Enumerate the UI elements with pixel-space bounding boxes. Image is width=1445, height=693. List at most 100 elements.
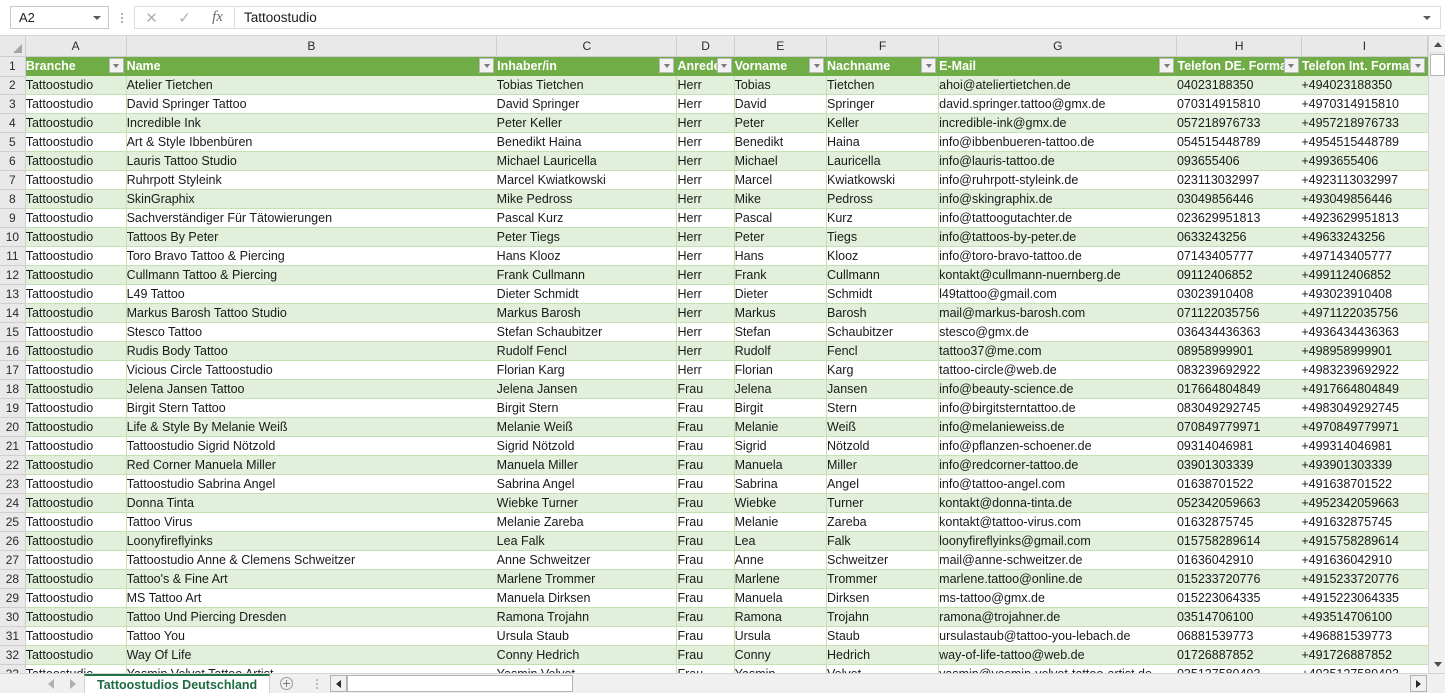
cell-A33[interactable]: Tattoostudio — [25, 665, 126, 674]
cell-C27[interactable]: Anne Schweitzer — [497, 551, 677, 570]
column-header-g[interactable]: G — [939, 36, 1177, 56]
column-header-b[interactable]: B — [126, 36, 497, 56]
column-filter-header-0[interactable]: Branche — [25, 56, 126, 76]
cell-E22[interactable]: Manuela — [734, 456, 826, 475]
cell-F22[interactable]: Miller — [827, 456, 939, 475]
cell-C13[interactable]: Dieter Schmidt — [497, 285, 677, 304]
cell-F31[interactable]: Staub — [827, 627, 939, 646]
table-row[interactable]: 15TattoostudioStesco TattooStefan Schaub… — [0, 323, 1428, 342]
cell-A30[interactable]: Tattoostudio — [25, 608, 126, 627]
cell-G5[interactable]: info@ibbenbueren-tattoo.de — [939, 133, 1177, 152]
table-row[interactable]: 28TattoostudioTattoo's & Fine ArtMarlene… — [0, 570, 1428, 589]
filter-dropdown-icon[interactable] — [1284, 58, 1299, 73]
cell-H27[interactable]: 01636042910 — [1177, 551, 1301, 570]
cell-C9[interactable]: Pascal Kurz — [497, 209, 677, 228]
cell-I9[interactable]: +4923629951813 — [1301, 209, 1427, 228]
cell-I16[interactable]: +498958999901 — [1301, 342, 1427, 361]
table-row[interactable]: 21TattoostudioTattoostudio Sigrid Nötzol… — [0, 437, 1428, 456]
cell-D12[interactable]: Herr — [677, 266, 734, 285]
cell-A31[interactable]: Tattoostudio — [25, 627, 126, 646]
table-row[interactable]: 13TattoostudioL49 TattooDieter SchmidtHe… — [0, 285, 1428, 304]
cell-A24[interactable]: Tattoostudio — [25, 494, 126, 513]
table-row[interactable]: 27TattoostudioTattoostudio Anne & Clemen… — [0, 551, 1428, 570]
cell-C32[interactable]: Conny Hedrich — [497, 646, 677, 665]
cell-E29[interactable]: Manuela — [734, 589, 826, 608]
cell-F7[interactable]: Kwiatkowski — [827, 171, 939, 190]
cell-G28[interactable]: marlene.tattoo@online.de — [939, 570, 1177, 589]
cell-D16[interactable]: Herr — [677, 342, 734, 361]
cell-F27[interactable]: Schweitzer — [827, 551, 939, 570]
cell-I23[interactable]: +491638701522 — [1301, 475, 1427, 494]
cell-D17[interactable]: Herr — [677, 361, 734, 380]
cell-B26[interactable]: Loonyfireflyinks — [126, 532, 497, 551]
cell-I12[interactable]: +499112406852 — [1301, 266, 1427, 285]
cell-F28[interactable]: Trommer — [827, 570, 939, 589]
row-number[interactable]: 33 — [0, 665, 25, 674]
cell-H11[interactable]: 07143405777 — [1177, 247, 1301, 266]
filter-dropdown-icon[interactable] — [921, 58, 936, 73]
cell-F16[interactable]: Fencl — [827, 342, 939, 361]
cell-G27[interactable]: mail@anne-schweitzer.de — [939, 551, 1177, 570]
cell-G7[interactable]: info@ruhrpott-styleink.de — [939, 171, 1177, 190]
cell-D20[interactable]: Frau — [677, 418, 734, 437]
cell-C29[interactable]: Manuela Dirksen — [497, 589, 677, 608]
cell-I24[interactable]: +4952342059663 — [1301, 494, 1427, 513]
cell-H6[interactable]: 093655406 — [1177, 152, 1301, 171]
cell-F33[interactable]: Velvet — [827, 665, 939, 674]
cell-H8[interactable]: 03049856446 — [1177, 190, 1301, 209]
cell-D3[interactable]: Herr — [677, 95, 734, 114]
row-number[interactable]: 9 — [0, 209, 25, 228]
cell-A16[interactable]: Tattoostudio — [25, 342, 126, 361]
cell-D10[interactable]: Herr — [677, 228, 734, 247]
scroll-left-button[interactable] — [330, 675, 347, 692]
cell-E13[interactable]: Dieter — [734, 285, 826, 304]
cell-E30[interactable]: Ramona — [734, 608, 826, 627]
cell-A25[interactable]: Tattoostudio — [25, 513, 126, 532]
cell-F8[interactable]: Pedross — [827, 190, 939, 209]
cell-H4[interactable]: 057218976733 — [1177, 114, 1301, 133]
cell-I21[interactable]: +499314046981 — [1301, 437, 1427, 456]
cell-I31[interactable]: +496881539773 — [1301, 627, 1427, 646]
cell-D15[interactable]: Herr — [677, 323, 734, 342]
cell-E31[interactable]: Ursula — [734, 627, 826, 646]
cell-E28[interactable]: Marlene — [734, 570, 826, 589]
cell-A20[interactable]: Tattoostudio — [25, 418, 126, 437]
cell-D14[interactable]: Herr — [677, 304, 734, 323]
cell-I6[interactable]: +4993655406 — [1301, 152, 1427, 171]
cell-D11[interactable]: Herr — [677, 247, 734, 266]
cell-G16[interactable]: tattoo37@me.com — [939, 342, 1177, 361]
cell-I27[interactable]: +491636042910 — [1301, 551, 1427, 570]
row-number[interactable]: 20 — [0, 418, 25, 437]
cell-H3[interactable]: 070314915810 — [1177, 95, 1301, 114]
cell-F13[interactable]: Schmidt — [827, 285, 939, 304]
cell-F3[interactable]: Springer — [827, 95, 939, 114]
column-header-f[interactable]: F — [827, 36, 939, 56]
cell-E33[interactable]: Yasmin — [734, 665, 826, 674]
row-number[interactable]: 4 — [0, 114, 25, 133]
cell-D27[interactable]: Frau — [677, 551, 734, 570]
table-row[interactable]: 20TattoostudioLife & Style By Melanie We… — [0, 418, 1428, 437]
cell-E20[interactable]: Melanie — [734, 418, 826, 437]
cell-C11[interactable]: Hans Klooz — [497, 247, 677, 266]
cell-A11[interactable]: Tattoostudio — [25, 247, 126, 266]
cell-A13[interactable]: Tattoostudio — [25, 285, 126, 304]
scroll-up-button[interactable] — [1429, 36, 1445, 53]
cell-D29[interactable]: Frau — [677, 589, 734, 608]
cell-G11[interactable]: info@toro-bravo-tattoo.de — [939, 247, 1177, 266]
cell-B30[interactable]: Tattoo Und Piercing Dresden — [126, 608, 497, 627]
cell-B3[interactable]: David Springer Tattoo — [126, 95, 497, 114]
column-header-a[interactable]: A — [25, 36, 126, 56]
cell-H18[interactable]: 017664804849 — [1177, 380, 1301, 399]
cell-I32[interactable]: +491726887852 — [1301, 646, 1427, 665]
cell-C4[interactable]: Peter Keller — [497, 114, 677, 133]
cell-E18[interactable]: Jelena — [734, 380, 826, 399]
cell-H22[interactable]: 03901303339 — [1177, 456, 1301, 475]
cell-I4[interactable]: +4957218976733 — [1301, 114, 1427, 133]
cell-G15[interactable]: stesco@gmx.de — [939, 323, 1177, 342]
cell-C20[interactable]: Melanie Weiß — [497, 418, 677, 437]
cell-B25[interactable]: Tattoo Virus — [126, 513, 497, 532]
cell-G10[interactable]: info@tattoos-by-peter.de — [939, 228, 1177, 247]
cell-G12[interactable]: kontakt@cullmann-nuernberg.de — [939, 266, 1177, 285]
cell-D18[interactable]: Frau — [677, 380, 734, 399]
table-row[interactable]: 17TattoostudioVicious Circle Tattoostudi… — [0, 361, 1428, 380]
